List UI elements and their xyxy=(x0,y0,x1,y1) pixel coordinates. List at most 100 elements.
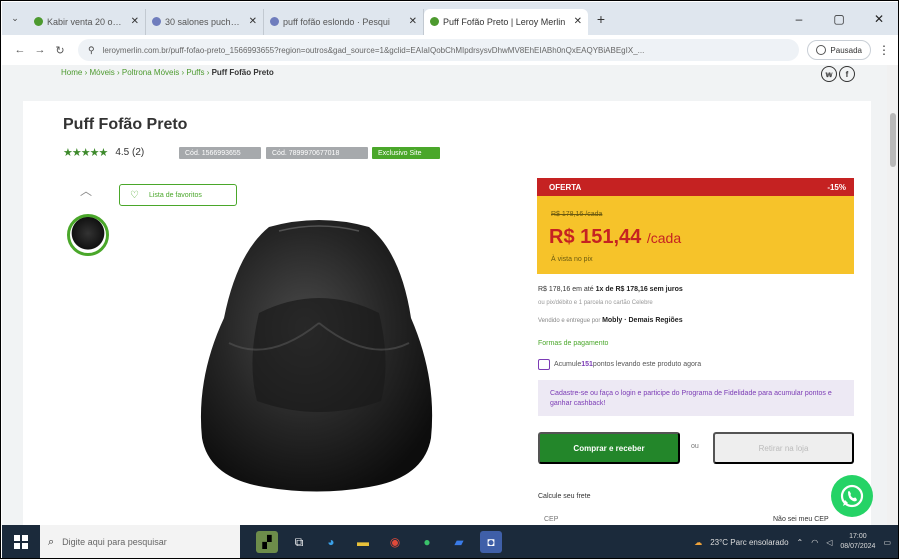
points-icon xyxy=(538,359,550,370)
exclusive-badge: Exclusivo Site xyxy=(372,147,440,159)
app-thumbnail-icon[interactable]: ▞ xyxy=(256,531,278,553)
file-explorer-icon[interactable]: ▬ xyxy=(352,531,374,553)
store-icon[interactable]: ◘ xyxy=(480,531,502,553)
menu-icon[interactable]: ⋮ xyxy=(877,43,891,57)
product-title: Puff Fofão Preto xyxy=(63,116,188,133)
site-info-icon[interactable]: ⚲ xyxy=(88,45,95,56)
edge-icon[interactable]: ◕ xyxy=(320,531,342,553)
whatsapp-app-icon[interactable]: ● xyxy=(416,531,438,553)
page-scrollbar[interactable] xyxy=(887,65,898,525)
installments-prefix: R$ 178,16 em até xyxy=(538,286,596,293)
price-value: R$ 151,44 xyxy=(549,226,642,248)
windows-taskbar: ⌕ Digite aqui para pesquisar ▞ ⧉ ◕ ▬ ◉ ●… xyxy=(2,525,898,558)
buy-button[interactable]: Comprar e receber xyxy=(538,432,680,464)
network-icon[interactable]: ◠ xyxy=(811,538,818,547)
product-image[interactable] xyxy=(169,213,464,498)
tab-1[interactable]: Kabir venta 20 ou 315 · Fi ✕ xyxy=(28,8,146,35)
points-prefix: Acumule xyxy=(554,361,582,368)
star-rating-icon: ★★★★★ xyxy=(63,147,108,159)
pickup-button[interactable]: Retirar na loja xyxy=(713,432,854,464)
tab-title: 30 salones puchus com ma xyxy=(165,16,243,27)
url-text: leroymerlin.com.br/puff-fofao-preto_1566… xyxy=(102,45,645,55)
browser-window: ⌄ Kabir venta 20 ou 315 · Fi ✕ 30 salone… xyxy=(0,0,899,559)
breadcrumb-link[interactable]: Móveis xyxy=(89,68,114,77)
points-value: 151 xyxy=(581,361,593,368)
breadcrumb-link[interactable]: Home xyxy=(61,68,82,77)
tab-favicon-icon xyxy=(34,17,43,26)
taskbar-search-placeholder: Digite aqui para pesquisar xyxy=(62,537,167,547)
whatsapp-icon xyxy=(840,484,864,508)
breadcrumb: Home › Móveis › Poltrona Móveis › Puffs … xyxy=(61,68,274,77)
seller-prefix: Vendido e entregue por xyxy=(538,318,603,324)
cep-input[interactable] xyxy=(544,512,664,526)
clock-time: 17:00 xyxy=(849,533,867,540)
tab-bar: ⌄ Kabir venta 20 ou 315 · Fi ✕ 30 salone… xyxy=(2,2,898,35)
tab-favicon-icon xyxy=(430,17,439,26)
breadcrumb-link[interactable]: Puffs xyxy=(186,68,204,77)
forward-button[interactable]: → xyxy=(30,44,50,56)
twitter-icon[interactable]: 𝕨 xyxy=(821,66,837,82)
no-cep-link[interactable]: Não sei meu CEP xyxy=(773,516,829,523)
loyalty-points: Acumule 151 pontos levando este produto … xyxy=(538,359,701,370)
mail-icon[interactable]: ▰ xyxy=(448,531,470,553)
search-icon: ⌕ xyxy=(48,535,55,548)
profile-label: Pausada xyxy=(830,45,862,55)
installments-text: R$ 178,16 em até 1x de R$ 178,16 sem jur… xyxy=(538,286,683,293)
rating-value: 4.5 (2) xyxy=(115,147,145,158)
social-share: 𝕨 f xyxy=(821,66,855,82)
chevron-up-tray-icon[interactable]: ⌃ xyxy=(797,538,804,547)
volume-icon[interactable]: ◁ xyxy=(826,538,832,547)
whatsapp-button[interactable] xyxy=(831,475,873,517)
or-label: ou xyxy=(691,443,699,450)
close-window-button[interactable]: ✕ xyxy=(859,2,898,35)
chrome-icon[interactable]: ◉ xyxy=(384,531,406,553)
back-button[interactable]: ← xyxy=(10,44,30,56)
notifications-icon[interactable]: ▭ xyxy=(883,538,891,547)
payment-methods-link[interactable]: Formas de pagamento xyxy=(538,340,608,347)
loyalty-banner[interactable]: Cadastre-se ou faça o login e participe … xyxy=(538,380,854,416)
favorite-label: Lista de favoritos xyxy=(148,191,202,199)
freight-label: Calcule seu frete xyxy=(538,493,591,500)
product-rating[interactable]: ★★★★★ 4.5 (2) xyxy=(63,146,144,159)
weather-icon: ☁ xyxy=(694,537,703,547)
maximize-button[interactable]: ▢ xyxy=(819,2,859,35)
clock-date: 08/07/2024 xyxy=(840,543,876,550)
chevron-up-icon[interactable]: ︿ xyxy=(80,182,92,199)
new-tab-button[interactable]: + xyxy=(588,11,614,27)
tab-favicon-icon xyxy=(152,17,161,26)
reload-button[interactable]: ↻ xyxy=(50,44,70,57)
url-input[interactable]: ⚲ leroymerlin.com.br/puff-fofao-preto_15… xyxy=(78,39,800,61)
weather-text[interactable]: 23°C Parc ensolarado xyxy=(710,538,788,547)
tab-search-icon[interactable]: ⌄ xyxy=(2,2,28,35)
price-unit: /cada xyxy=(646,230,682,246)
tab-2[interactable]: 30 salones puchus com ma ✕ xyxy=(146,8,264,35)
ean-code-badge: Cód. 7899970677018 xyxy=(266,147,368,159)
installments-bold: 1x de R$ 178,16 sem juros xyxy=(595,286,683,293)
profile-button[interactable]: Pausada xyxy=(807,40,871,60)
seller-name: Mobly · Demais Regiões xyxy=(602,317,683,324)
points-suffix: pontos levando este produto agora xyxy=(592,361,702,368)
product-thumbnail[interactable] xyxy=(67,214,109,256)
close-icon[interactable]: ✕ xyxy=(574,16,582,27)
seller-info: Vendido e entregue por Mobly · Demais Re… xyxy=(538,317,683,324)
favorite-button[interactable]: ♡ Lista de favoritos xyxy=(119,184,237,206)
scrollbar-thumb[interactable] xyxy=(890,113,896,167)
tab-4-active[interactable]: Puff Fofão Preto | Leroy Merlin ✕ xyxy=(424,8,588,35)
start-button[interactable] xyxy=(2,525,40,558)
tab-favicon-icon xyxy=(270,17,279,26)
tab-title: Puff Fofão Preto | Leroy Merlin xyxy=(443,16,566,27)
offer-header: OFERTA -15% xyxy=(537,178,854,196)
tab-3[interactable]: puff fofão eslondo · Pesqui ✕ xyxy=(264,8,424,35)
taskbar-search[interactable]: ⌕ Digite aqui para pesquisar xyxy=(40,525,240,558)
address-bar: ← → ↻ ⚲ leroymerlin.com.br/puff-fofao-pr… xyxy=(2,35,898,65)
facebook-icon[interactable]: f xyxy=(839,66,855,82)
breadcrumb-link[interactable]: Poltrona Móveis xyxy=(122,68,179,77)
close-icon[interactable]: ✕ xyxy=(409,16,417,27)
offer-label: OFERTA xyxy=(549,182,582,192)
close-icon[interactable]: ✕ xyxy=(249,16,257,27)
close-icon[interactable]: ✕ xyxy=(131,16,139,27)
minimize-button[interactable]: – xyxy=(779,2,819,35)
clock[interactable]: 17:00 08/07/2024 xyxy=(840,532,875,552)
task-view-icon[interactable]: ⧉ xyxy=(288,531,310,553)
system-tray: ☁ 23°C Parc ensolarado ⌃ ◠ ◁ 17:00 08/07… xyxy=(694,525,891,558)
